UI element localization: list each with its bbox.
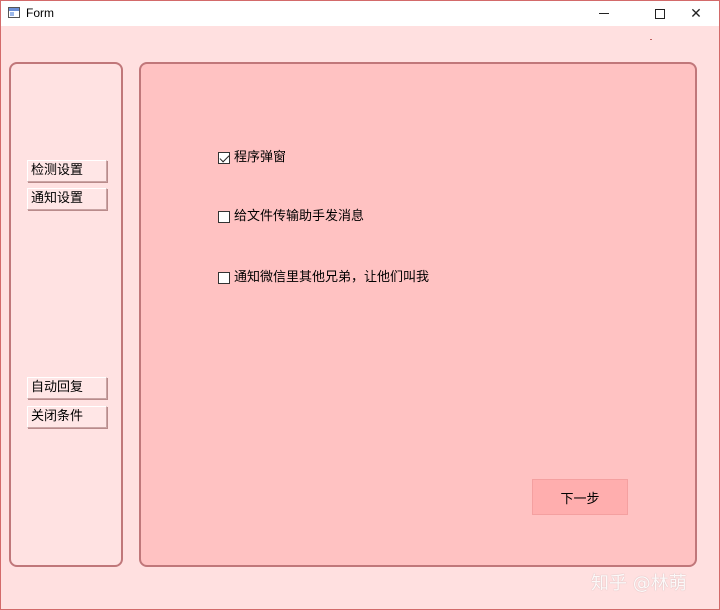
close-button[interactable]: ✕ <box>673 1 719 26</box>
app-window-icon <box>8 7 20 18</box>
sidebar-item-auto-reply[interactable]: 自动回复 <box>27 377 107 399</box>
main-panel: 程序弹窗 给文件传输助手发消息 通知微信里其他兄弟，让他们叫我 下一步 <box>139 62 697 567</box>
sidebar-item-notification-settings[interactable]: 通知设置 <box>27 188 107 210</box>
watermark: 知乎 @林萌 <box>591 573 687 594</box>
maximize-icon <box>655 8 665 19</box>
sidebar-item-detection-settings[interactable]: 检测设置 <box>27 160 107 182</box>
option-file-transfer-message[interactable]: 给文件传输助手发消息 <box>218 209 364 225</box>
next-step-button[interactable]: 下一步 <box>532 479 628 515</box>
close-icon: ✕ <box>690 5 702 22</box>
notify-friends-checkbox[interactable] <box>218 272 230 284</box>
file-transfer-checkbox[interactable] <box>218 211 230 223</box>
option-notify-friends[interactable]: 通知微信里其他兄弟，让他们叫我 <box>218 270 429 286</box>
title-bar: Form ✕ <box>1 1 719 26</box>
minimize-icon <box>599 13 609 14</box>
sidebar-panel: 检测设置 通知设置 自动回复 关闭条件 <box>9 62 123 567</box>
program-popup-checkbox[interactable] <box>218 152 230 164</box>
window-title: Form <box>26 6 54 20</box>
option-label: 给文件传输助手发消息 <box>234 209 365 224</box>
minimize-button[interactable] <box>581 1 627 26</box>
sidebar-item-close-conditions[interactable]: 关闭条件 <box>27 406 107 428</box>
option-label: 通知微信里其他兄弟，让他们叫我 <box>234 270 430 285</box>
form-window: Form ✕ 检测设置 通知设置 自动回复 关闭条件 程序弹窗 给文件传输助手发… <box>0 0 720 610</box>
stray-dot <box>650 39 652 40</box>
option-program-popup[interactable]: 程序弹窗 <box>218 150 286 166</box>
option-label: 程序弹窗 <box>234 150 287 165</box>
